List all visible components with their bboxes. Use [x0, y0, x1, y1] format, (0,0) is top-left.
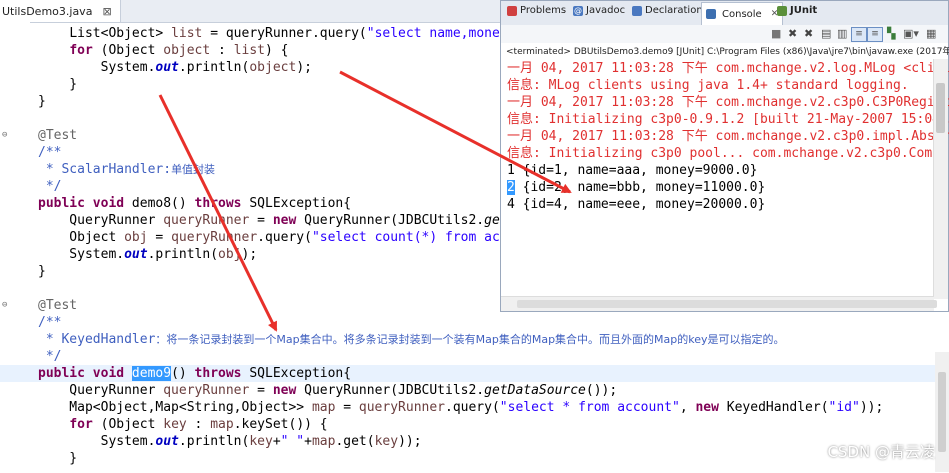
annotation-arrow — [158, 94, 278, 332]
annotation-arrows — [158, 70, 572, 332]
annotation-arrow — [339, 70, 572, 194]
watermark: CSDN @青云凌 — [827, 443, 935, 461]
